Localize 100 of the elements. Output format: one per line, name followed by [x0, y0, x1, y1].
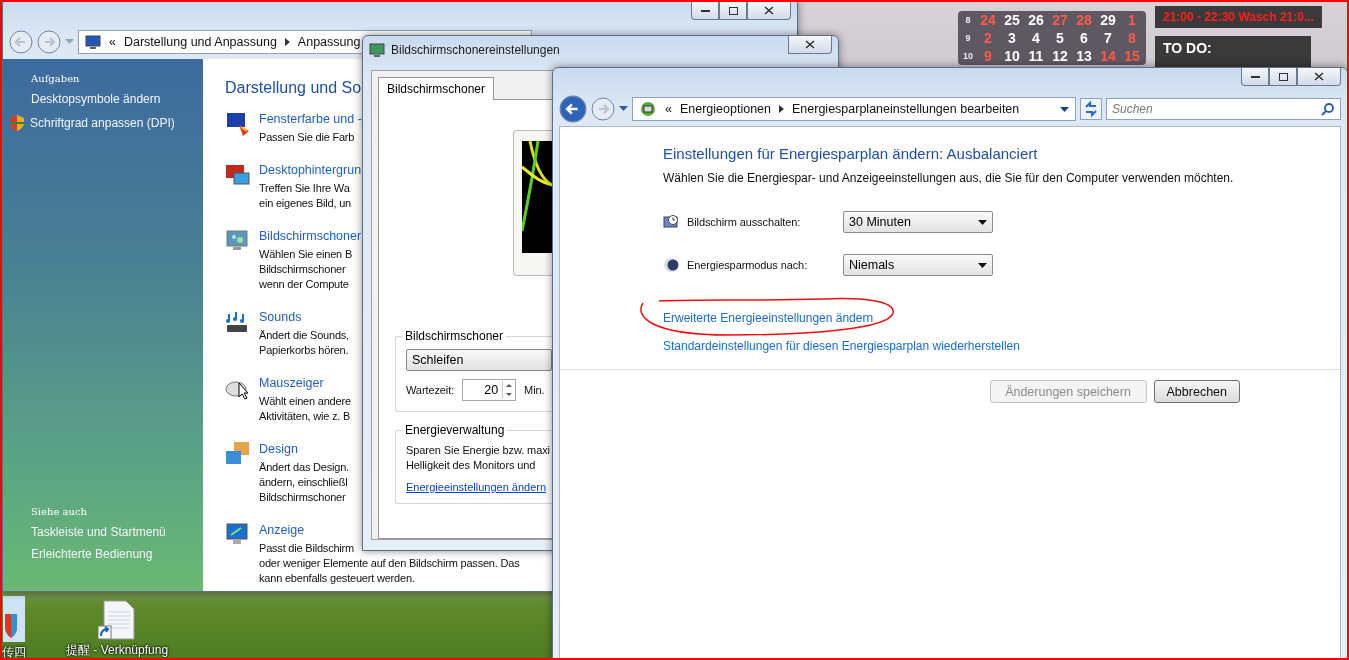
power-description: Helligkeit des Monitors und	[406, 458, 537, 473]
dialog-button[interactable]: Abbrechen	[1153, 380, 1240, 403]
shield-icon	[9, 114, 25, 131]
calendar-day[interactable]: 5	[1048, 30, 1072, 46]
chevron-icon	[779, 105, 784, 113]
calendar-day[interactable]: 6	[1072, 30, 1096, 46]
sidebar-link[interactable]: Desktopsymbole ändern	[31, 92, 161, 106]
close-button[interactable]	[1297, 68, 1341, 86]
category-link[interactable]: Anzeige	[259, 522, 305, 538]
calendar-day[interactable]: 26	[1024, 12, 1048, 28]
dropdown-arrow-icon	[978, 262, 987, 268]
category-description: Passen Sie die Farb	[259, 130, 355, 145]
sidebar-heading: Aufgaben	[31, 73, 80, 84]
monitor-icon	[369, 42, 385, 58]
calendar-day[interactable]: 3	[1000, 30, 1024, 46]
close-button[interactable]	[747, 2, 791, 20]
category-description: Ändert das Design.	[259, 460, 349, 475]
calendar-day[interactable]: 25	[1000, 12, 1024, 28]
desktop-icon[interactable]: 传四	[2, 596, 26, 658]
wait-spinner[interactable]: 20	[462, 379, 517, 401]
power-description: Sparen Sie Energie bzw. maxi	[406, 443, 551, 458]
forward-button[interactable]	[591, 97, 615, 121]
dropdown-arrow-icon	[978, 219, 987, 225]
sidebar-link[interactable]: Schriftgrad anpassen (DPI)	[9, 114, 175, 131]
group-title: Energieverwaltung	[402, 423, 508, 437]
search-field[interactable]: Suchen	[1106, 98, 1341, 120]
category-link[interactable]: Mauszeiger	[259, 375, 324, 391]
app-shield-icon	[3, 596, 25, 642]
category-description: Ändert die Sounds,	[259, 328, 349, 343]
category-description: wenn der Compute	[259, 277, 349, 292]
wait-label: Wartezeit:	[406, 384, 455, 396]
overflow-chevron[interactable]: «	[665, 102, 672, 116]
calendar-day[interactable]: 29	[1096, 12, 1120, 28]
week-number: 10	[962, 51, 974, 61]
category-description: Papierkorbs hören.	[259, 343, 349, 358]
desktop-icon-label: 提醒 - Verknüpfung	[66, 642, 169, 658]
minimize-button[interactable]	[1241, 68, 1269, 86]
forward-button[interactable]	[37, 30, 61, 54]
category-link[interactable]: Desktophintergrun	[259, 162, 362, 178]
category-description: Treffen Sie Ihre Wa	[259, 181, 350, 196]
close-icon	[1314, 72, 1324, 81]
category-link[interactable]: Bildschirmschoner	[259, 228, 362, 244]
category-description: Passt die Bildschirm	[259, 541, 355, 556]
calendar-day[interactable]: 10	[1000, 48, 1024, 64]
week-number: 8	[964, 15, 972, 25]
address-bar[interactable]: « Energieoptionen Energiesparplaneinstellungen bearbeiten	[632, 97, 1076, 121]
breadcrumb-item[interactable]: Darstellung und Anpassung	[123, 35, 277, 49]
back-button[interactable]	[9, 30, 33, 54]
category-description: Bildschirmschoner	[259, 262, 346, 277]
calendar-day[interactable]: 11	[1024, 48, 1048, 64]
category-description: kann ebenfalls gesteuert werden.	[259, 571, 415, 586]
settings-link[interactable]: Erweiterte Energieeinstellungen ändern	[663, 311, 874, 325]
breadcrumb-item[interactable]: Anpassung	[297, 35, 361, 49]
week-number: 9	[964, 33, 972, 43]
category-link[interactable]: Design	[259, 441, 298, 457]
category-description: oder weniger Elemente auf den Bildschirm passen. Das	[259, 556, 520, 571]
document-shortcut-icon	[98, 600, 137, 640]
sidebar-heading: Siehe auch	[31, 506, 87, 517]
screensaver-dropdown[interactable]: Schleifen	[406, 349, 552, 371]
theme-pictures-icon	[225, 441, 251, 467]
setting-label: Energiesparmodus nach:	[687, 259, 809, 271]
category-description: Aktivitäten, wie z. B	[259, 409, 351, 424]
maximize-button[interactable]	[1269, 68, 1297, 86]
history-dropdown-icon[interactable]	[619, 106, 628, 112]
palette-monitor-icon	[225, 111, 251, 137]
category-description: ein eigenes Bild, un	[259, 196, 351, 211]
calendar-day[interactable]: 4	[1024, 30, 1048, 46]
calendar-day[interactable]: 13	[1072, 48, 1096, 64]
search-icon[interactable]	[1321, 102, 1335, 116]
power-settings-link[interactable]: Energieeinstellungen ändern	[406, 481, 547, 493]
monitor-clock-icon	[663, 214, 679, 230]
calendar-day[interactable]: 12	[1048, 48, 1072, 64]
breadcrumb-item[interactable]: Energiesparplaneinstellungen bearbeiten	[792, 102, 1020, 116]
setting-label: Bildschirm ausschalten:	[687, 216, 802, 228]
category-description: Wählen Sie einen B	[259, 247, 352, 262]
close-icon	[805, 40, 815, 49]
minimize-button[interactable]	[691, 2, 719, 20]
breadcrumb-item[interactable]: Energieoptionen	[679, 102, 771, 116]
monitor-wallpaper-icon	[225, 162, 251, 188]
settings-link[interactable]: Standardeinstellungen für diesen Energiesparplan wiederherstellen	[663, 339, 1020, 353]
setting-dropdown[interactable]: 30 Minuten	[843, 211, 993, 233]
calendar-day[interactable]: 7	[1096, 30, 1120, 46]
wait-unit: Min.	[524, 384, 545, 396]
page-heading: Darstellung und So	[225, 79, 362, 97]
category-link[interactable]: Sounds	[259, 309, 302, 325]
minimize-icon	[700, 9, 710, 12]
tab[interactable]: Bildschirmschoner	[378, 77, 495, 100]
monitor-icon	[85, 34, 101, 50]
group-title: Bildschirmschoner	[402, 329, 507, 343]
desktop-icon[interactable]: 提醒 - Verknüpfung	[66, 600, 169, 658]
close-button[interactable]	[788, 36, 832, 54]
chevron-icon	[284, 38, 290, 46]
todo-heading: TO DO:	[1163, 40, 1212, 56]
category-link[interactable]: Fensterfarbe und -	[259, 111, 362, 127]
maximize-button[interactable]	[719, 2, 747, 20]
setting-dropdown[interactable]: Niemals	[843, 254, 993, 276]
back-button[interactable]	[559, 95, 587, 123]
dropdown-arrow-icon[interactable]	[1060, 106, 1069, 112]
refresh-icon[interactable]	[1080, 98, 1102, 120]
overflow-chevron[interactable]: «	[109, 35, 116, 49]
